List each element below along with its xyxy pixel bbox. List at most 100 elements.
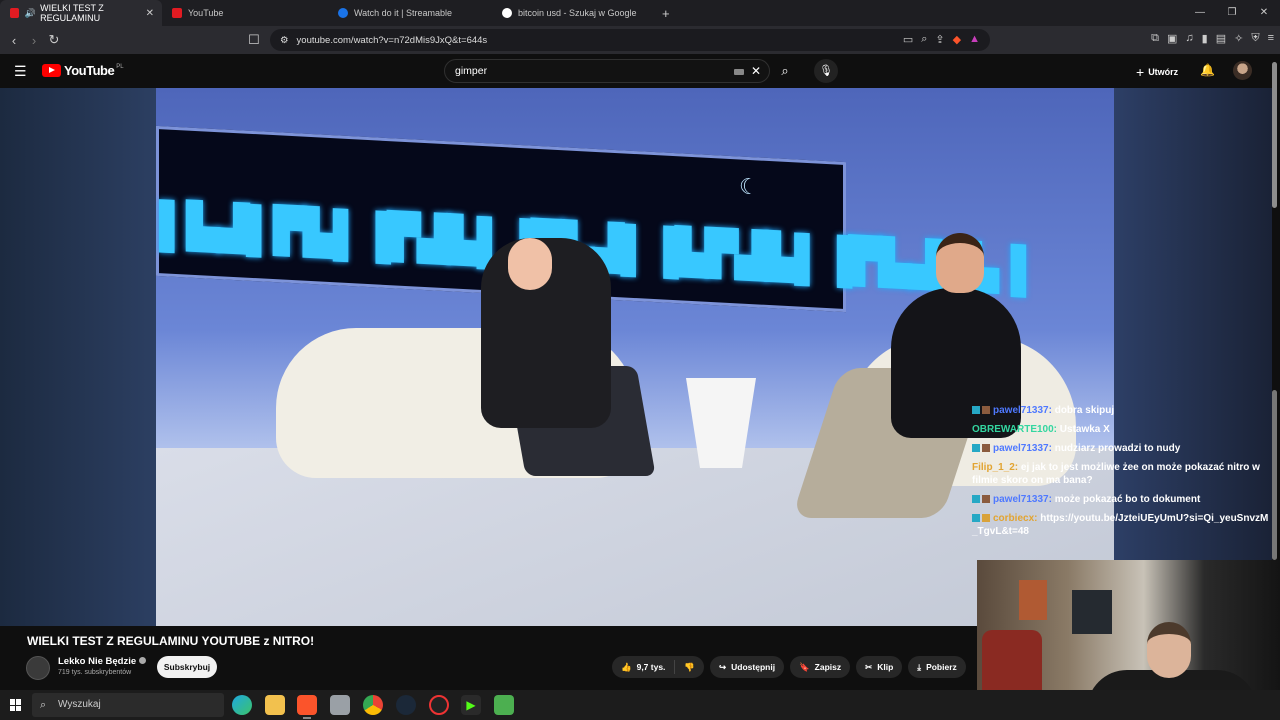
chat-username: pawel71337: <box>993 494 1052 505</box>
browser-tab-bar: 🔊 WIELKI TEST Z REGULAMINU ✕ YouTube Wat… <box>0 0 1280 26</box>
download-button[interactable]: ⤓ Pobierz <box>908 656 966 678</box>
tab-streamable[interactable]: Watch do it | Streamable <box>328 0 492 26</box>
channel-name-row[interactable]: Lekko Nie Będzie <box>58 656 147 667</box>
clip-button[interactable]: ✂ Klip <box>856 656 903 678</box>
chat-scrollbar[interactable] <box>1272 390 1277 560</box>
address-bar[interactable]: ⚙ youtube.com/watch?v=n72dMis9JxQ&t=644s… <box>270 29 990 51</box>
wall-poster <box>1072 590 1112 634</box>
close-window-icon[interactable]: ✕ <box>1248 0 1280 26</box>
menu-icon[interactable]: ≡ <box>1268 32 1274 45</box>
avatar-badge-icon <box>982 514 990 523</box>
video-title: WIELKI TEST Z REGULAMINU YOUTUBE z NITRO… <box>27 634 315 648</box>
site-info-icon[interactable]: ⚙ <box>280 35 289 46</box>
avatar-badge-icon <box>982 444 990 453</box>
youtube-favicon-icon <box>172 8 182 18</box>
sub-badge-icon <box>972 444 980 453</box>
keyboard-icon[interactable] <box>734 69 744 75</box>
kick-icon[interactable]: ▶ <box>461 695 481 715</box>
streamable-favicon-icon <box>338 8 348 18</box>
channel-avatar[interactable] <box>26 656 50 680</box>
taskbar-search[interactable]: ⌕ Wyszukaj <box>32 693 224 717</box>
tab-wielki-test[interactable]: 🔊 WIELKI TEST Z REGULAMINU ✕ <box>0 0 162 26</box>
clear-search-icon[interactable]: ✕ <box>751 60 761 82</box>
steam-icon[interactable] <box>396 695 416 715</box>
subscriber-count: 719 tys. subskrybentów <box>58 669 132 676</box>
dislike-button[interactable]: 👎 <box>675 656 704 678</box>
chat-username: pawel71337: <box>993 405 1052 416</box>
streamer-face <box>1147 622 1191 678</box>
streaming-app-icon[interactable] <box>494 695 514 715</box>
app-icon[interactable] <box>330 695 350 715</box>
tab-youtube[interactable]: YouTube <box>162 0 328 26</box>
video-actions: 👍 9,7 tys. 👎 ↪ Udostępnij 🔖 Zapisz ✂ Kli… <box>612 656 966 678</box>
leo-icon[interactable]: ✧ <box>1234 32 1243 45</box>
back-icon[interactable]: ‹ <box>4 33 24 48</box>
subscribe-button[interactable]: Subskrybuj <box>157 656 217 678</box>
chat-message: pawel71337: dobra skipuj <box>972 404 1272 417</box>
windows-start-icon[interactable] <box>10 699 22 711</box>
omnibox-actions: ▭ ⌕ ⇪ ◆ ▲ <box>903 33 980 46</box>
youtube-logo[interactable]: YouTube PL <box>42 63 124 78</box>
download-icon: ⤓ <box>917 661 922 672</box>
microphone-icon[interactable]: 🎙 <box>814 59 838 83</box>
chat-message: Filip_1_2: ej jak to jest możliwe żee on… <box>972 461 1272 487</box>
extensions-icon[interactable]: ⧉ <box>1151 32 1159 45</box>
sidebar-icon[interactable]: ▮ <box>1202 32 1208 45</box>
vpn-icon[interactable]: ⛨ <box>1251 32 1259 45</box>
edge-icon[interactable] <box>232 695 252 715</box>
video-player[interactable]: ▌▙▟▌▛▙▌▐▛▟▙▌▐▛▙▟▌▐▙▛▟▙▌▐▛▙▟▌▙▐ ☾ <box>156 88 1114 626</box>
url-text: youtube.com/watch?v=n72dMis9JxQ&t=644s <box>296 34 488 46</box>
chat-overlay: pawel71337: dobra skipuj OBREWARTE100: U… <box>972 404 1272 544</box>
brave-shield-icon[interactable]: ◆ <box>953 33 961 46</box>
brave-icon[interactable] <box>297 695 317 719</box>
minimize-icon[interactable]: — <box>1184 0 1216 26</box>
google-favicon-icon <box>502 8 512 18</box>
tab-google[interactable]: bitcoin usd - Szukaj w Google <box>492 0 656 26</box>
chat-text: nudziarz prowadzi to nudy <box>1054 443 1181 454</box>
chat-text: dobra skipuj <box>1054 405 1115 416</box>
forward-icon[interactable]: › <box>24 33 44 48</box>
window-controls: — ❐ ✕ <box>1184 0 1280 26</box>
page-scrollbar[interactable] <box>1272 62 1277 208</box>
tab-label: Watch do it | Streamable <box>354 8 453 18</box>
cast-icon[interactable]: ▭ <box>903 33 913 46</box>
reload-icon[interactable]: ↻ <box>44 32 64 48</box>
moon-icon: ☾ <box>739 173 759 200</box>
clip-label: Klip <box>877 662 894 672</box>
save-label: Zapisz <box>814 662 842 672</box>
hamburger-menu-icon[interactable]: ☰ <box>14 63 27 80</box>
file-explorer-icon[interactable] <box>265 695 285 715</box>
share-icon[interactable]: ⇪ <box>935 33 944 46</box>
share-label: Udostępnij <box>731 662 776 672</box>
youtube-favicon-icon <box>10 8 19 18</box>
speaker-icon: 🔊 <box>24 7 37 18</box>
channel-name[interactable]: Lekko Nie Będzie <box>58 656 136 667</box>
new-tab-button[interactable]: + <box>662 6 670 21</box>
restore-icon[interactable]: ❐ <box>1216 0 1248 26</box>
video-info: WIELKI TEST Z REGULAMINU YOUTUBE z NITRO… <box>0 626 977 690</box>
bookmark-icon[interactable]: ☐ <box>244 32 264 48</box>
notifications-bell-icon[interactable]: 🔔 <box>1200 63 1215 77</box>
zoom-icon[interactable]: ⌕ <box>921 33 927 46</box>
close-tab-icon[interactable]: ✕ <box>146 8 154 19</box>
avatar[interactable] <box>1233 61 1252 80</box>
chrome-icon[interactable] <box>363 695 383 715</box>
search-icon[interactable]: ⌕ <box>774 59 796 83</box>
create-button[interactable]: + Utwórz <box>1136 64 1178 80</box>
wallet-icon[interactable]: ▣ <box>1167 32 1177 45</box>
tab-label: bitcoin usd - Szukaj w Google <box>518 8 637 18</box>
obs-icon[interactable] <box>429 695 449 715</box>
avatar-badge-icon <box>982 406 990 415</box>
search-value: gimper <box>455 65 488 77</box>
music-icon[interactable]: ♫ <box>1185 32 1193 45</box>
download-label: Pobierz <box>926 662 957 672</box>
wallet2-icon[interactable]: ▤ <box>1216 32 1226 45</box>
windows-taskbar: ⌕ Wyszukaj ▶ <box>0 690 1280 720</box>
search-input[interactable]: gimper ✕ <box>444 59 770 83</box>
brave-rewards-icon[interactable]: ▲ <box>969 33 980 46</box>
save-button[interactable]: 🔖 Zapisz <box>790 656 851 678</box>
like-button[interactable]: 👍 9,7 tys. <box>612 656 674 678</box>
share-button[interactable]: ↪ Udostępnij <box>710 656 785 678</box>
video-left-backdrop <box>0 88 156 626</box>
host-head <box>936 233 984 293</box>
